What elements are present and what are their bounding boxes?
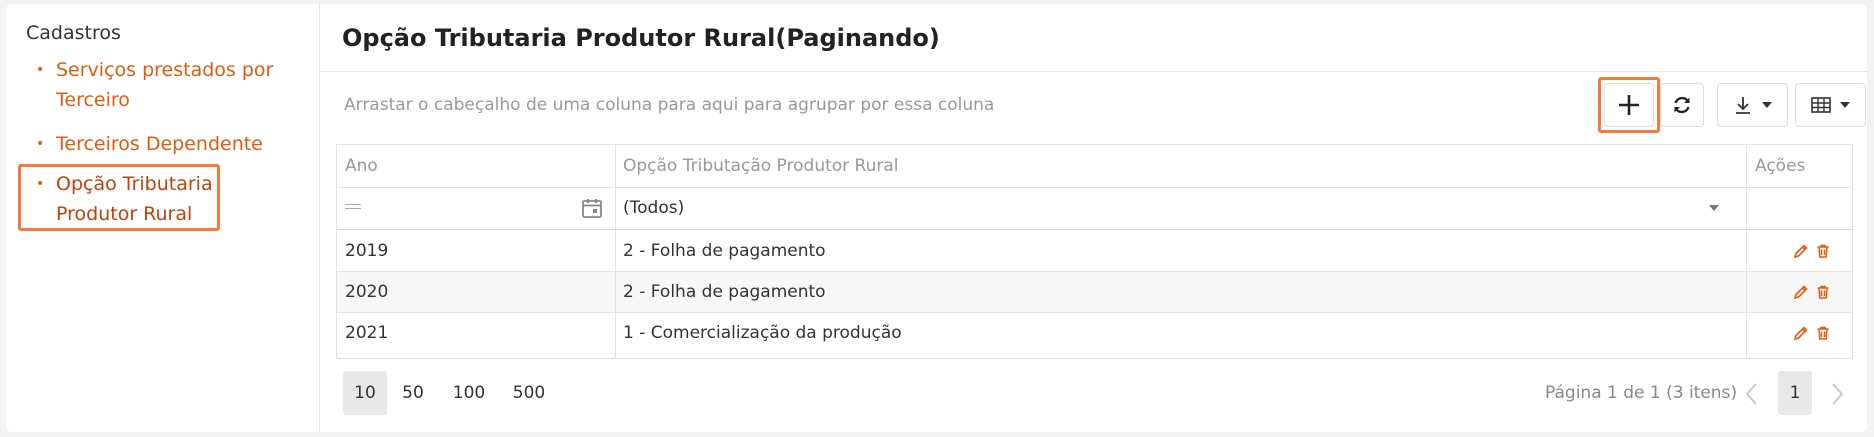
chevron-down-icon bbox=[1761, 102, 1772, 108]
column-chooser-button[interactable] bbox=[1795, 83, 1866, 127]
trash-icon[interactable] bbox=[1815, 243, 1831, 259]
year-filter-input[interactable] bbox=[367, 188, 567, 228]
column-divider bbox=[615, 145, 616, 358]
refresh-button[interactable] bbox=[1660, 83, 1704, 127]
page-size-500[interactable]: 500 bbox=[502, 371, 556, 415]
filter-select-value: (Todos) bbox=[623, 198, 685, 218]
sidebar-item-label: Serviços prestados por bbox=[56, 59, 274, 81]
page-info: Página 1 de 1 (3 itens) bbox=[1545, 383, 1738, 403]
divider bbox=[320, 71, 1867, 72]
row-divider bbox=[337, 312, 1852, 313]
column-header-acoes: Ações bbox=[1755, 156, 1806, 176]
option-filter-select[interactable]: (Todos) bbox=[623, 187, 1733, 229]
page-number-button[interactable]: 1 bbox=[1778, 371, 1812, 415]
column-divider bbox=[1746, 145, 1747, 358]
row-divider bbox=[337, 271, 1852, 272]
row-actions bbox=[1793, 243, 1831, 259]
chevron-down-icon bbox=[1709, 205, 1719, 211]
trash-icon[interactable] bbox=[1815, 284, 1831, 300]
row-actions bbox=[1793, 325, 1831, 341]
chevron-down-icon bbox=[1839, 102, 1850, 108]
cell-ano: 2019 bbox=[345, 241, 389, 261]
highlight-box bbox=[18, 164, 220, 231]
cell-opcao: 2 - Folha de pagamento bbox=[623, 282, 826, 302]
cell-ano: 2021 bbox=[345, 323, 389, 343]
highlight-box bbox=[1598, 77, 1660, 133]
bullet-icon: • bbox=[36, 136, 45, 152]
cell-ano: 2020 bbox=[345, 282, 389, 302]
sidebar: Cadastros • Serviços prestados por Terce… bbox=[6, 4, 320, 432]
app-frame: Cadastros • Serviços prestados por Terce… bbox=[6, 4, 1867, 432]
edit-pencil-icon[interactable] bbox=[1793, 243, 1809, 259]
calendar-icon[interactable] bbox=[581, 197, 603, 219]
sidebar-item-label: Terceiros Dependente bbox=[56, 133, 263, 155]
cell-opcao: 2 - Folha de pagamento bbox=[623, 241, 826, 261]
sidebar-item-label: Terceiro bbox=[56, 89, 130, 111]
page-size-50[interactable]: 50 bbox=[391, 371, 435, 415]
row-alt-bg bbox=[337, 271, 1852, 312]
sidebar-title: Cadastros bbox=[26, 22, 121, 44]
sidebar-item-servicos-prestados[interactable]: • Serviços prestados por Terceiro bbox=[36, 55, 296, 115]
download-icon bbox=[1735, 97, 1750, 114]
prev-page-icon[interactable] bbox=[1744, 382, 1760, 406]
row-actions bbox=[1793, 284, 1831, 300]
page-size-10[interactable]: 10 bbox=[343, 371, 387, 415]
edit-pencil-icon[interactable] bbox=[1793, 325, 1809, 341]
page-title: Opção Tributaria Produtor Rural(Paginand… bbox=[342, 24, 940, 52]
refresh-icon bbox=[1674, 96, 1690, 114]
column-header-ano[interactable]: Ano bbox=[345, 145, 378, 187]
edit-pencil-icon[interactable] bbox=[1793, 284, 1809, 300]
main-panel: Opção Tributaria Produtor Rural(Paginand… bbox=[320, 4, 1867, 432]
sidebar-item-terceiros-dependente[interactable]: • Terceiros Dependente bbox=[36, 129, 296, 159]
filter-operator-icon[interactable] bbox=[345, 203, 361, 211]
group-panel-hint: Arrastar o cabeçalho de uma coluna para … bbox=[344, 95, 995, 115]
data-grid: Ano Opção Tributação Produtor Rural Açõe… bbox=[336, 144, 1853, 359]
bullet-icon: • bbox=[36, 62, 45, 78]
trash-icon[interactable] bbox=[1815, 325, 1831, 341]
export-dropdown-button[interactable] bbox=[1717, 83, 1788, 127]
cell-opcao: 1 - Comercialização da produção bbox=[623, 323, 902, 343]
row-divider bbox=[337, 229, 1852, 230]
next-page-icon[interactable] bbox=[1829, 382, 1845, 406]
page-size-100[interactable]: 100 bbox=[442, 371, 496, 415]
columns-icon bbox=[1810, 97, 1831, 113]
column-header-opcao[interactable]: Opção Tributação Produtor Rural bbox=[623, 145, 899, 187]
